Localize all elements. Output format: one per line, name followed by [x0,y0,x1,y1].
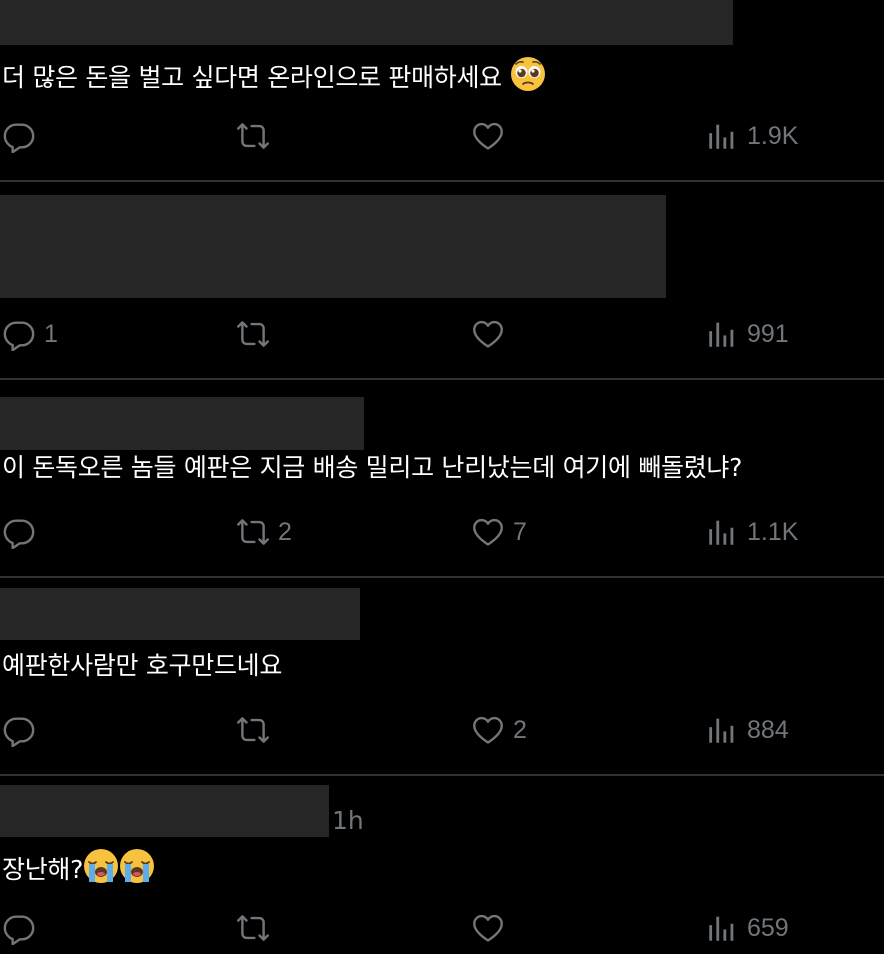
reply-icon [2,515,36,549]
like-icon [471,713,505,747]
divider [0,378,884,380]
views-button[interactable]: 659 [705,908,789,948]
views-button[interactable]: 991 [705,314,789,354]
tweet-text: 더 많은 돈을 벌고 싶다면 온라인으로 판매하세요 [2,56,546,94]
views-icon [705,119,739,153]
tweet-text: 예판한사람만 호구만드네요 [2,651,283,680]
retweet-icon [236,713,270,747]
retweet-button[interactable] [236,710,278,750]
tweet-actions: 2 884 [0,710,884,750]
retweet-button[interactable]: 2 [236,512,292,552]
retweet-icon [236,515,270,549]
redacted-username [0,397,364,450]
divider [0,774,884,776]
tweet-actions: 2 7 1.1K [0,512,884,552]
like-button[interactable] [471,116,513,156]
loudly-crying-face-emoji [83,848,119,884]
reply-icon [2,119,36,153]
views-button[interactable]: 1.9K [705,116,798,156]
reply-button[interactable] [2,512,44,552]
reply-button[interactable] [2,116,44,156]
redacted-username [0,0,733,45]
tweet-actions: 1.9K [0,116,884,156]
retweet-button[interactable] [236,116,278,156]
like-button[interactable]: 7 [471,512,527,552]
tweet-text: 이 돈독오른 놈들 예판은 지금 배송 밀리고 난리났는데 여기에 빼돌렸냐? [2,453,743,482]
like-icon [471,119,505,153]
reply-icon [2,911,36,945]
views-button[interactable]: 884 [705,710,789,750]
redacted-username [0,588,360,640]
like-button[interactable]: 2 [471,710,527,750]
reply-icon [2,317,36,351]
divider [0,180,884,182]
pleading-face-emoji [510,56,546,92]
views-icon [705,317,739,351]
views-button[interactable]: 1.1K [705,512,798,552]
views-icon [705,515,739,549]
like-icon [471,317,505,351]
retweet-button[interactable] [236,908,278,948]
like-button[interactable] [471,908,513,948]
views-icon [705,911,739,945]
like-button[interactable] [471,314,513,354]
retweet-button[interactable] [236,314,278,354]
tweet-actions: 1 991 [0,314,884,354]
redacted-content [0,195,666,298]
redacted-username [0,785,329,837]
like-icon [471,911,505,945]
tweet-timestamp[interactable]: 1h [332,805,364,837]
reply-button[interactable]: 1 [2,314,58,354]
retweet-icon [236,317,270,351]
tweet-text: 장난해? [2,848,155,886]
reply-button[interactable] [2,710,44,750]
divider [0,576,884,578]
like-icon [471,515,505,549]
tweet-actions: 659 [0,908,884,948]
views-icon [705,713,739,747]
retweet-icon [236,911,270,945]
reply-icon [2,713,36,747]
loudly-crying-face-emoji [119,848,155,884]
reply-button[interactable] [2,908,44,948]
retweet-icon [236,119,270,153]
